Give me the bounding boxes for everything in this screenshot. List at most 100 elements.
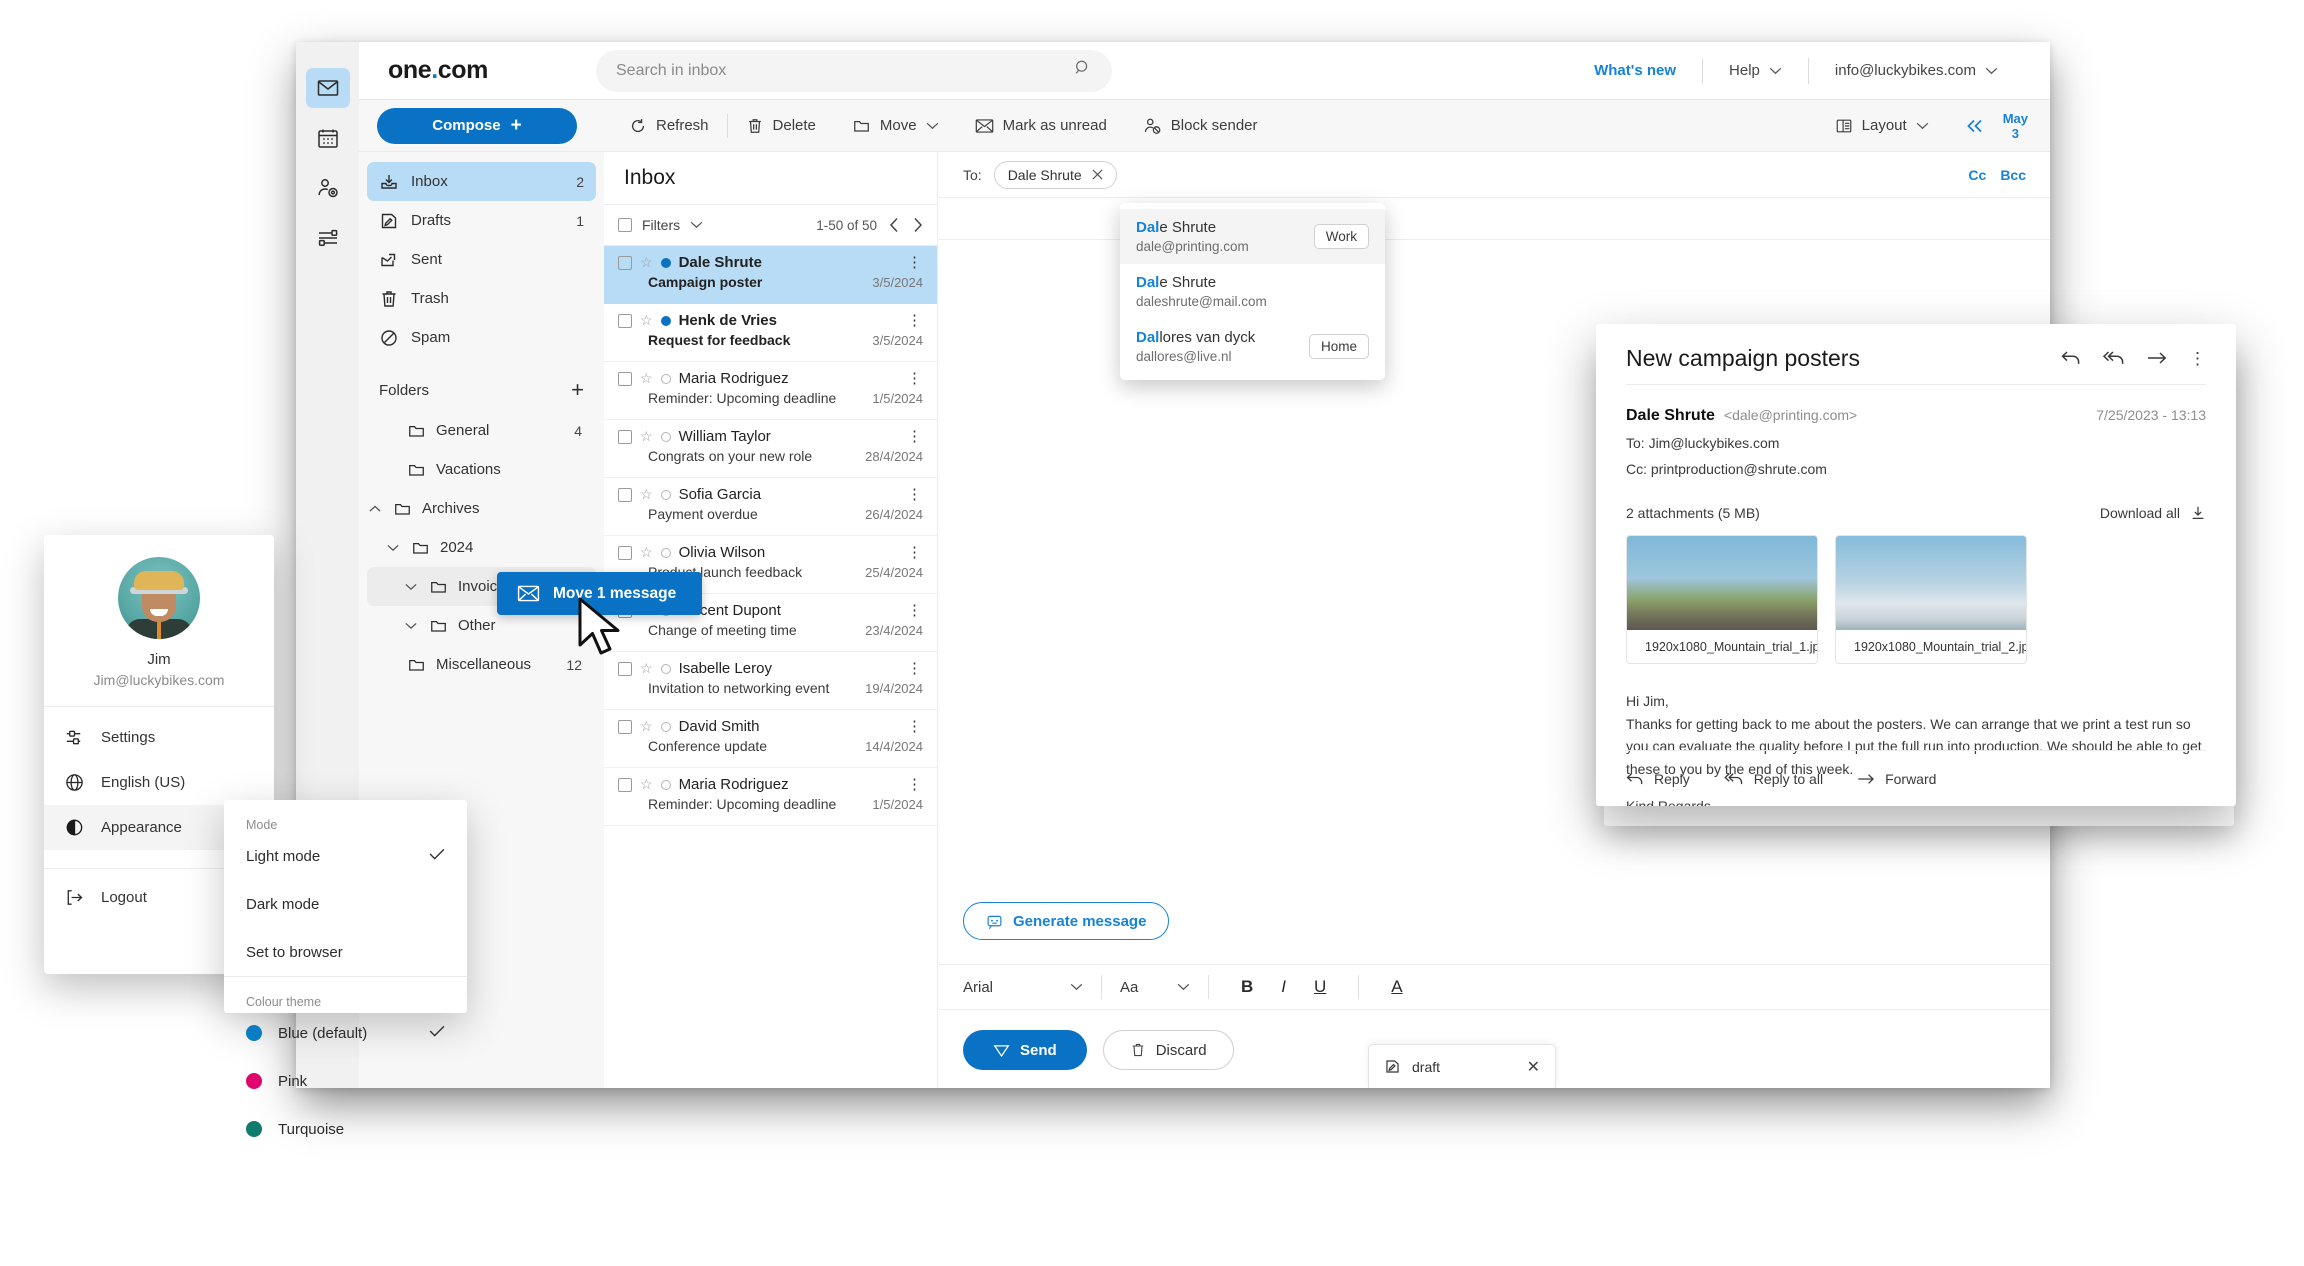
block-sender-button[interactable]: Block sender xyxy=(1125,111,1276,141)
autocomplete-item[interactable]: Dale Shrute daleshrute@mail.com xyxy=(1120,264,1385,319)
reply-all-icon[interactable] xyxy=(2103,350,2125,366)
autocomplete-item[interactable]: Dale Shrute dale@printing.com Work xyxy=(1120,209,1385,264)
reply-icon[interactable] xyxy=(2061,350,2081,366)
chevron-down-icon[interactable] xyxy=(403,583,419,591)
send-button[interactable]: Send xyxy=(963,1030,1087,1070)
close-icon[interactable] xyxy=(1092,169,1103,180)
profile-item-language[interactable]: English (US) xyxy=(44,760,274,805)
read-dot-icon[interactable] xyxy=(660,663,671,674)
message-row[interactable]: ☆ Sofia Garcia ⋮ Payment overdue 26/4/2024 xyxy=(604,478,937,536)
underline-button[interactable]: U xyxy=(1300,977,1340,997)
compose-subject-row[interactable] xyxy=(939,198,2050,240)
search-input[interactable]: Search in inbox xyxy=(596,49,1112,92)
next-page-icon[interactable] xyxy=(912,217,923,233)
message-checkbox[interactable] xyxy=(618,719,632,734)
unread-dot-icon[interactable] xyxy=(660,315,671,326)
reply-button[interactable]: Reply xyxy=(1626,771,1690,787)
star-icon[interactable]: ☆ xyxy=(640,428,653,445)
recipient-chip[interactable]: Dale Shrute xyxy=(993,160,1117,189)
message-more-icon[interactable]: ⋮ xyxy=(907,429,923,444)
prev-page-icon[interactable] xyxy=(889,217,900,233)
compose-button[interactable]: Compose + xyxy=(377,107,577,144)
theme-turquoise-item[interactable]: Turquoise xyxy=(224,1105,467,1153)
discard-button[interactable]: Discard xyxy=(1102,1030,1234,1070)
rail-mail-button[interactable] xyxy=(305,68,350,108)
read-dot-icon[interactable] xyxy=(660,547,671,558)
whats-new-link[interactable]: What's new xyxy=(1568,58,1702,84)
sidebar-item-trash[interactable]: Trash xyxy=(367,279,596,318)
chevron-down-icon[interactable] xyxy=(403,622,419,630)
read-dot-icon[interactable] xyxy=(660,373,671,384)
message-more-icon[interactable]: ⋮ xyxy=(907,313,923,328)
read-dot-icon[interactable] xyxy=(660,721,671,732)
collapse-left-icon[interactable] xyxy=(1965,118,1985,134)
delete-button[interactable]: Delete xyxy=(728,111,834,141)
message-more-icon[interactable]: ⋮ xyxy=(907,255,923,270)
folder-vacations[interactable]: Vacations xyxy=(367,450,596,489)
message-checkbox[interactable] xyxy=(618,777,632,792)
sidebar-item-sent[interactable]: Sent xyxy=(367,240,596,279)
attachment-item[interactable]: 1920x1080_Mountain_trial_2.jpg xyxy=(1835,535,2027,664)
message-more-icon[interactable]: ⋮ xyxy=(907,661,923,676)
rail-settings-button[interactable] xyxy=(306,218,350,258)
chevron-up-icon[interactable] xyxy=(367,505,383,513)
message-checkbox[interactable] xyxy=(618,487,632,502)
star-icon[interactable]: ☆ xyxy=(640,254,653,271)
bcc-button[interactable]: Bcc xyxy=(2000,167,2026,183)
folder-general[interactable]: General 4 xyxy=(367,411,596,450)
message-row[interactable]: ☆ Maria Rodriguez ⋮ Reminder: Upcoming dead… xyxy=(604,768,937,826)
close-icon[interactable]: ✕ xyxy=(1527,1057,1540,1077)
move-button[interactable]: Move xyxy=(834,111,957,141)
rail-contacts-button[interactable] xyxy=(306,168,350,208)
message-more-icon[interactable]: ⋮ xyxy=(907,603,923,618)
message-more-icon[interactable]: ⋮ xyxy=(907,545,923,560)
star-icon[interactable]: ☆ xyxy=(640,544,653,561)
read-dot-icon[interactable] xyxy=(660,431,671,442)
message-more-icon[interactable]: ⋮ xyxy=(907,487,923,502)
message-more-icon[interactable]: ⋮ xyxy=(907,371,923,386)
refresh-button[interactable]: Refresh xyxy=(611,111,727,141)
folder-miscellaneous[interactable]: Miscellaneous 12 xyxy=(367,645,596,684)
star-icon[interactable]: ☆ xyxy=(640,718,653,735)
forward-button[interactable]: Forward xyxy=(1857,771,1936,787)
theme-blue-item[interactable]: Blue (default) xyxy=(224,1009,467,1057)
sidebar-item-inbox[interactable]: Inbox 2 xyxy=(367,162,596,201)
autocomplete-item[interactable]: Dallores van dyck dallores@live.nl Home xyxy=(1120,319,1385,374)
mode-light-item[interactable]: Light mode xyxy=(224,832,467,880)
select-all-checkbox[interactable] xyxy=(618,218,632,232)
message-checkbox[interactable] xyxy=(618,429,632,444)
message-row[interactable]: ☆ David Smith ⋮ Conference update 14/4/2024 xyxy=(604,710,937,768)
star-icon[interactable]: ☆ xyxy=(640,486,653,503)
more-options-icon[interactable]: ⋮ xyxy=(2189,350,2206,367)
reply-all-button[interactable]: Reply to all xyxy=(1724,771,1823,787)
text-color-button[interactable]: A xyxy=(1377,977,1416,997)
font-family-select[interactable]: Arial xyxy=(963,979,1083,996)
star-icon[interactable]: ☆ xyxy=(640,660,653,677)
italic-button[interactable]: I xyxy=(1267,977,1300,997)
mode-browser-item[interactable]: Set to browser xyxy=(224,928,467,976)
star-icon[interactable]: ☆ xyxy=(640,312,653,329)
message-checkbox[interactable] xyxy=(618,313,632,328)
chevron-down-icon[interactable] xyxy=(385,544,401,552)
account-menu[interactable]: info@luckybikes.com xyxy=(1809,58,2024,84)
chevron-down-icon[interactable] xyxy=(690,221,703,229)
message-checkbox[interactable] xyxy=(618,371,632,386)
layout-button[interactable]: Layout xyxy=(1817,111,1947,141)
download-all-button[interactable]: Download all xyxy=(2100,505,2206,521)
mark-as-unread-button[interactable]: Mark as unread xyxy=(957,111,1125,141)
message-checkbox[interactable] xyxy=(618,661,632,676)
draft-tab[interactable]: draft ✕ xyxy=(1368,1044,1556,1088)
message-row[interactable]: ☆ Henk de Vries ⋮ Request for feedback 3/5/2… xyxy=(604,304,937,362)
read-dot-icon[interactable] xyxy=(660,489,671,500)
message-checkbox[interactable] xyxy=(618,545,632,560)
font-size-select[interactable]: Aa xyxy=(1120,979,1190,996)
generate-message-button[interactable]: Generate message xyxy=(963,902,1170,940)
folder-2024[interactable]: 2024 xyxy=(367,528,596,567)
cc-button[interactable]: Cc xyxy=(1968,167,1986,183)
bold-button[interactable]: B xyxy=(1227,977,1267,997)
message-checkbox[interactable] xyxy=(618,255,632,270)
help-menu[interactable]: Help xyxy=(1703,58,1808,84)
theme-pink-item[interactable]: Pink xyxy=(224,1057,467,1105)
add-folder-button[interactable]: + xyxy=(571,379,584,401)
rail-calendar-button[interactable] xyxy=(306,118,350,158)
